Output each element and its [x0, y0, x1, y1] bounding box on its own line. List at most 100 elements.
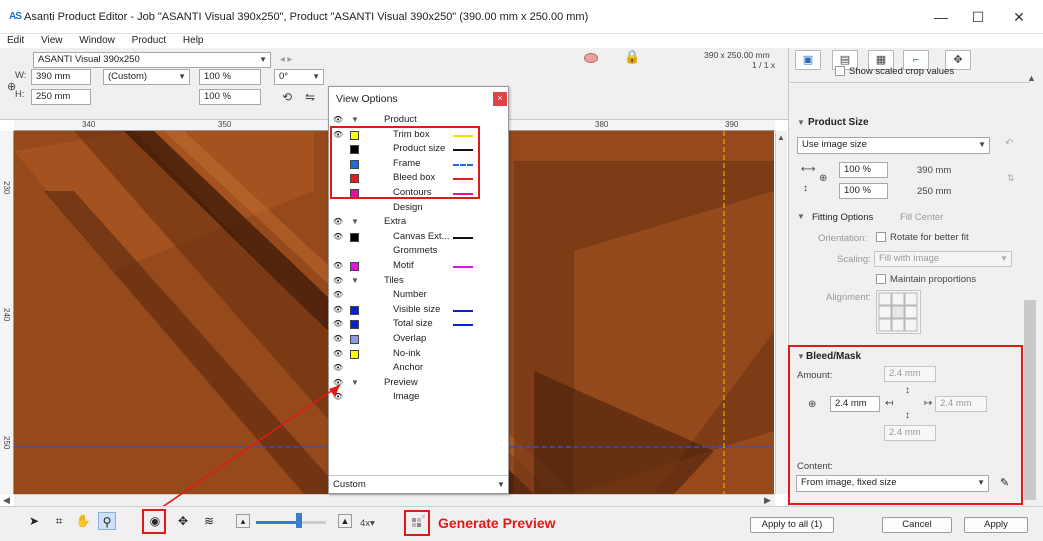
height-field[interactable]: 250 mm: [31, 89, 91, 105]
close-button[interactable]: ✕: [1004, 6, 1034, 28]
content-select[interactable]: From image, fixed size ▼: [796, 475, 989, 492]
product-size-mode-select[interactable]: Use image size ▼: [797, 137, 990, 154]
view-option-row[interactable]: 👁 Canvas Ext...: [329, 230, 508, 245]
product-scale-w-field[interactable]: 100 %: [839, 162, 888, 178]
maximize-button[interactable]: ☐: [963, 6, 993, 28]
line-style-sample[interactable]: [453, 266, 473, 268]
zoom-slider-thumb[interactable]: [296, 513, 302, 528]
minimize-button[interactable]: —: [926, 6, 956, 28]
maintain-proportions-checkbox[interactable]: Maintain proportions: [876, 274, 976, 285]
preset-select[interactable]: (Custom) ▼: [103, 69, 190, 85]
link-icon[interactable]: ⊕: [819, 173, 827, 184]
color-swatch[interactable]: [350, 335, 359, 344]
menu-window[interactable]: Window: [72, 34, 122, 48]
zoom-in-icon[interactable]: ▲: [338, 514, 352, 528]
zoom-out-icon[interactable]: ▴: [236, 514, 250, 528]
bleed-left-field[interactable]: 2.4 mm: [830, 396, 880, 412]
line-style-sample[interactable]: [453, 324, 473, 327]
width-field[interactable]: 390 mm: [31, 69, 91, 85]
eye-icon[interactable]: 👁: [332, 215, 344, 229]
alignment-grid[interactable]: [876, 290, 921, 334]
rotate-better-fit-checkbox[interactable]: Rotate for better fit: [876, 232, 969, 243]
view-option-row[interactable]: 👁 Motif: [329, 259, 508, 274]
eye-icon[interactable]: 👁: [332, 347, 344, 361]
show-scaled-crop-checkbox[interactable]: Show scaled crop values: [835, 66, 954, 77]
menu-product[interactable]: Product: [125, 34, 173, 48]
color-swatch[interactable]: [350, 320, 359, 330]
product-select[interactable]: ASANTI Visual 390x250 ▼: [33, 52, 271, 68]
eye-icon[interactable]: 👁: [332, 317, 344, 331]
eye-icon[interactable]: 👁: [332, 288, 344, 302]
scroll-up-icon[interactable]: ▲: [777, 133, 785, 142]
eye-icon[interactable]: 👁: [332, 274, 344, 288]
scaling-select[interactable]: Fill with image ▼: [874, 251, 1012, 267]
view-options-close-button[interactable]: ×: [493, 92, 507, 106]
collapse-triangle-icon[interactable]: ▼: [797, 212, 805, 221]
rotation-select[interactable]: 0° ▼: [274, 69, 324, 85]
zoom-level-select[interactable]: 4x▾: [360, 518, 375, 529]
crop-tool-icon[interactable]: ⌗: [50, 512, 68, 530]
swap-icon[interactable]: ⇅: [1007, 173, 1015, 184]
bleed-right-field[interactable]: 2.4 mm: [935, 396, 987, 412]
anchor-tool-icon[interactable]: ✥: [174, 512, 192, 530]
view-option-row[interactable]: 👁 Overlap: [329, 332, 508, 347]
view-option-row[interactable]: 👁 Visible size: [329, 303, 508, 318]
eye-icon[interactable]: 👁: [332, 230, 344, 244]
nav-arrows-icon[interactable]: ◂ ▸: [280, 54, 292, 65]
collapse-triangle-icon[interactable]: ▼: [797, 118, 805, 127]
bleed-top-field[interactable]: 2.4 mm: [884, 366, 936, 382]
color-swatch[interactable]: [350, 262, 359, 271]
zoom-slider-track[interactable]: [256, 521, 326, 524]
eye-icon[interactable]: 👁: [332, 259, 344, 273]
collapse-triangle-icon[interactable]: ▼: [351, 113, 359, 127]
generate-preview-button[interactable]: [404, 510, 430, 536]
color-swatch[interactable]: [350, 232, 359, 242]
menu-edit[interactable]: Edit: [0, 34, 31, 48]
lock-icon[interactable]: 🔒: [624, 49, 640, 65]
hand-tool-icon[interactable]: ✋: [74, 512, 92, 530]
pointer-tool-icon[interactable]: ➤: [25, 512, 43, 530]
view-option-row[interactable]: 👁 Anchor: [329, 361, 508, 376]
bleed-bottom-field[interactable]: 2.4 mm: [884, 425, 936, 441]
view-option-row[interactable]: Grommets: [329, 244, 508, 259]
eye-icon[interactable]: 👁: [332, 113, 344, 127]
scroll-left-icon[interactable]: ◀: [3, 495, 10, 506]
horizontal-scrollbar[interactable]: ◀ ▶: [3, 494, 775, 506]
view-option-row[interactable]: 👁 Total size: [329, 317, 508, 332]
eye-icon[interactable]: 👁: [332, 361, 344, 375]
cancel-button[interactable]: Cancel: [882, 517, 952, 533]
reset-icon[interactable]: ↶: [1005, 138, 1013, 149]
panel-scrollbar-thumb[interactable]: [1024, 300, 1036, 500]
apply-to-all-button[interactable]: Apply to all (1): [750, 517, 834, 533]
view-option-row[interactable]: 👁 No-ink: [329, 347, 508, 362]
menu-view[interactable]: View: [34, 34, 70, 48]
tab-image-icon[interactable]: ▣: [795, 50, 821, 70]
view-option-row[interactable]: 👁 Number: [329, 288, 508, 303]
link-icon[interactable]: ⊕: [808, 399, 816, 410]
scale-y-field[interactable]: 100 %: [199, 89, 261, 105]
zoom-tool-icon[interactable]: ⚲: [98, 512, 116, 530]
view-option-row[interactable]: 👁 ▼ Extra: [329, 215, 508, 230]
eye-icon[interactable]: 👁: [332, 303, 344, 317]
collapse-triangle-icon[interactable]: ▼: [351, 274, 359, 288]
line-style-sample[interactable]: [453, 309, 473, 312]
rotate-icon[interactable]: ⟲: [282, 90, 292, 104]
line-style-sample[interactable]: [453, 236, 473, 239]
view-option-row[interactable]: Design: [329, 201, 508, 216]
color-swatch[interactable]: [350, 305, 359, 315]
menu-help[interactable]: Help: [176, 34, 211, 48]
color-swatch[interactable]: [350, 349, 359, 359]
scroll-right-icon[interactable]: ▶: [764, 495, 771, 506]
adjust-tool-icon[interactable]: ≋: [200, 512, 218, 530]
collapse-triangle-icon[interactable]: ▼: [351, 215, 359, 229]
panel-scroll-up-icon[interactable]: ▲: [1027, 73, 1036, 83]
vertical-scrollbar[interactable]: ▲: [775, 131, 787, 494]
view-option-row[interactable]: 👁 ▼ Tiles: [329, 274, 508, 289]
product-scale-h-field[interactable]: 100 %: [839, 183, 888, 199]
apply-button[interactable]: Apply: [964, 517, 1028, 533]
scale-x-field[interactable]: 100 %: [199, 69, 261, 85]
collapse-triangle-icon[interactable]: ▼: [797, 352, 805, 361]
pencil-icon[interactable]: ✎: [1000, 476, 1009, 489]
flip-icon[interactable]: ⇋: [305, 90, 315, 104]
eye-icon[interactable]: 👁: [332, 332, 344, 346]
